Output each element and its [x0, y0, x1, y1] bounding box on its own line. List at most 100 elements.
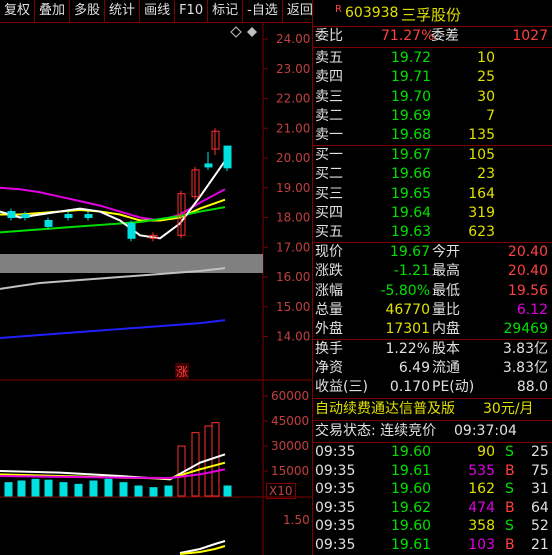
price-axis-label: 19.00 — [276, 181, 310, 195]
price-axis-label: 16.00 — [276, 270, 310, 284]
ad-text[interactable]: 自动续费通达信普及版 — [315, 400, 455, 419]
quote-label: 最低 — [432, 282, 460, 299]
bid-volume: 623 — [468, 224, 495, 241]
tick-time: 09:35 — [315, 537, 356, 553]
trade-status-label: 交易状态: 连续竞价 — [315, 423, 437, 439]
tick-row: 09:35 19.62 474 B 64 — [313, 499, 552, 518]
volume-axis-label: 30000 — [271, 439, 309, 453]
stat-value: 3.83亿 — [502, 360, 548, 376]
volume-bar — [119, 482, 128, 497]
ad-price[interactable]: 30元/月 — [483, 400, 534, 419]
quote-label: 量比 — [432, 301, 460, 318]
price-axis-label: 17.00 — [276, 240, 310, 254]
tick-price: 19.61 — [391, 537, 432, 553]
multi-stock-button[interactable]: 多股 — [70, 0, 106, 22]
diamond-icon[interactable] — [230, 26, 242, 38]
f10-button[interactable]: F10 — [175, 0, 209, 22]
tick-time: 09:35 — [315, 462, 356, 479]
statistics-button[interactable]: 统计 — [105, 0, 141, 22]
ask-volume: 10 — [477, 50, 495, 66]
quote-label: 内盘 — [432, 321, 460, 338]
diamond-filled-icon[interactable] — [247, 27, 257, 37]
ask-row: 卖五 19.72 10 — [313, 49, 552, 68]
candle-body — [7, 211, 16, 219]
stat-label: PE(动) — [432, 379, 475, 395]
candle-body — [223, 145, 232, 169]
quote-value: 20.40 — [507, 263, 548, 280]
quote-row: 涨跌 -1.21 最高 20.40 — [313, 262, 552, 281]
ask-row: 卖二 19.69 7 — [313, 107, 552, 126]
volume-axis-label: 60000 — [271, 389, 309, 403]
ask-label: 卖四 — [315, 69, 343, 86]
candle-body — [44, 219, 53, 227]
bid-volume: 105 — [468, 147, 495, 163]
quote-label: 总量 — [315, 301, 343, 318]
tick-direction: B — [505, 537, 515, 553]
weibi-value: 71.27% — [381, 28, 435, 44]
tick-volume: 90 — [477, 444, 495, 460]
tick-time: 09:35 — [315, 481, 356, 498]
kline-chart-area[interactable]: 24.00 23.00 22.00 21.00 20.00 19.00 18.00 17.00… — [0, 23, 312, 555]
stat-value: 0.170 — [389, 379, 430, 395]
candle-body — [204, 163, 213, 168]
tick-row: 09:35 19.61 535 B 75 — [313, 462, 552, 481]
price-axis-label: 18.00 — [276, 211, 310, 225]
tick-volume: 535 — [468, 462, 495, 479]
bid-label: 买三 — [315, 185, 343, 202]
tick-row: 09:35 19.61 103 B 21 — [313, 536, 552, 555]
price-axis-label: 23.00 — [276, 62, 310, 76]
bid-volume: 319 — [468, 204, 495, 221]
candle-body — [127, 222, 136, 239]
price-band — [0, 254, 263, 273]
candle-body — [64, 214, 73, 218]
tick-row: 09:35 19.60 90 S 25 — [313, 443, 552, 462]
quote-value: -5.80% — [380, 282, 430, 299]
bid-row: 买一 19.67 105 — [313, 146, 552, 165]
stat-value: 1.22% — [385, 341, 430, 357]
volume-bar — [74, 483, 83, 497]
price-axis-label: 14.00 — [276, 330, 310, 344]
ad-row[interactable]: 自动续费通达信普及版 30元/月 — [313, 400, 552, 419]
bid-price: 19.66 — [391, 166, 432, 183]
ask-volume: 25 — [477, 69, 495, 86]
ask-row: 卖一 19.68 135 — [313, 126, 552, 145]
ask-volume: 135 — [468, 127, 495, 144]
mark-button[interactable]: 标记 — [208, 0, 244, 22]
restore-rights-button[interactable]: 复权 — [0, 0, 36, 22]
volume-bar — [134, 485, 143, 497]
tick-row: 09:35 19.60 162 S 31 — [313, 480, 552, 499]
tick-price: 19.61 — [391, 462, 432, 479]
price-axis-label: 21.00 — [276, 121, 310, 135]
volume-bar — [104, 478, 113, 497]
bid-label: 买二 — [315, 166, 343, 183]
quote-row: 总量 46770 量比 6.12 — [313, 301, 552, 320]
quote-value: 19.56 — [507, 282, 548, 299]
price-axis-label: 22.00 — [276, 92, 310, 106]
quote-panel: R 603938 三孚股份 委比 71.27% 委差 1027 卖五 19.72 1… — [312, 0, 552, 555]
candle-body — [84, 214, 93, 218]
ask-label: 卖五 — [315, 50, 343, 66]
ma60-line — [0, 206, 226, 234]
quote-value: 29469 — [503, 321, 548, 338]
tick-volume: 162 — [468, 481, 495, 498]
tick-count: 75 — [531, 462, 549, 479]
volume-ma20-line — [0, 468, 226, 480]
ask-volume: 7 — [486, 107, 495, 124]
price-axis-label: 20.00 — [276, 151, 310, 165]
quote-row: 涨幅 -5.80% 最低 19.56 — [313, 282, 552, 301]
stat-label: 换手 — [315, 341, 343, 357]
quote-label: 外盘 — [315, 321, 343, 338]
bid-price: 19.63 — [391, 224, 432, 241]
trade-status-row: 交易状态: 连续竞价 09:37:04 — [313, 422, 552, 441]
overlay-button[interactable]: 叠加 — [35, 0, 71, 22]
tick-volume: 474 — [468, 499, 495, 516]
remove-watchlist-button[interactable]: -自选 — [243, 0, 283, 22]
tick-count: 31 — [531, 481, 549, 498]
quote-label: 最高 — [432, 263, 460, 280]
draw-line-button[interactable]: 画线 — [140, 0, 176, 22]
tick-volume: 103 — [468, 537, 495, 553]
tick-count: 25 — [531, 444, 549, 460]
quote-label: 今开 — [432, 244, 460, 260]
stock-header: R 603938 三孚股份 — [313, 0, 552, 27]
kline-chart[interactable]: 24.00 23.00 22.00 21.00 20.00 19.00 18.00 17.00… — [0, 23, 312, 555]
